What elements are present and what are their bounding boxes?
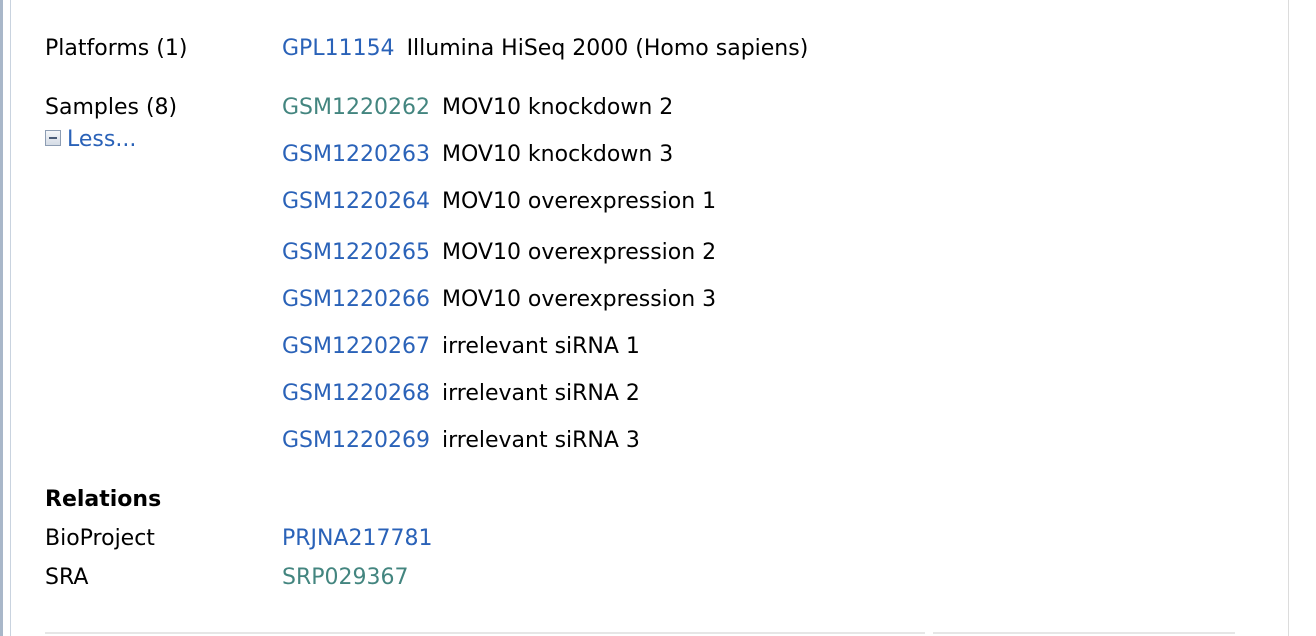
platform-entry: GPL11154 Illumina HiSeq 2000 (Homo sapien… [282, 34, 808, 64]
relation-label: SRA [45, 565, 89, 590]
sample-description: MOV10 overexpression 1 [441, 189, 717, 214]
sample-accession-link[interactable]: GSM1220263 [282, 142, 430, 167]
bottom-divider [45, 632, 925, 634]
sra-link[interactable]: SRP029367 [282, 565, 409, 590]
sample-accession-link[interactable]: GSM1220262 [282, 95, 430, 120]
sample-accession-link[interactable]: GSM1220268 [282, 381, 430, 406]
platform-accession-link[interactable]: GPL11154 [282, 36, 395, 61]
sample-description: MOV10 overexpression 2 [441, 240, 717, 265]
relation-label: BioProject [45, 526, 155, 551]
less-toggle-label: Less... [67, 127, 137, 152]
sample-description: irrelevant siRNA 2 [441, 381, 640, 406]
platform-description: Illumina HiSeq 2000 (Homo sapiens) [406, 36, 809, 61]
sample-description: irrelevant siRNA 1 [441, 334, 640, 359]
sample-accession-link[interactable]: GSM1220266 [282, 287, 430, 312]
sample-entry: GSM1220265 MOV10 overexpression 2 [282, 238, 716, 268]
bottom-divider-right [933, 632, 1235, 634]
sample-description: MOV10 overexpression 3 [441, 287, 717, 312]
sample-description: MOV10 knockdown 2 [441, 95, 674, 120]
samples-label: Samples (8) [45, 95, 178, 120]
relations-heading: Relations [45, 487, 162, 512]
sample-entry: GSM1220264 MOV10 overexpression 1 [282, 187, 716, 217]
sample-accession-link[interactable]: GSM1220265 [282, 240, 430, 265]
sample-accession-link[interactable]: GSM1220267 [282, 334, 430, 359]
sample-entry: GSM1220262 MOV10 knockdown 2 [282, 93, 673, 123]
sample-entry: GSM1220268 irrelevant siRNA 2 [282, 379, 640, 409]
sample-entry: GSM1220269 irrelevant siRNA 3 [282, 426, 640, 456]
bioproject-link[interactable]: PRJNA217781 [282, 526, 433, 551]
sample-entry: GSM1220267 irrelevant siRNA 1 [282, 332, 640, 362]
sample-description: MOV10 knockdown 3 [441, 142, 674, 167]
sample-description: irrelevant siRNA 3 [441, 428, 640, 453]
relation-entry: PRJNA217781 [282, 524, 433, 554]
right-border [1288, 0, 1289, 636]
sample-accession-link[interactable]: GSM1220269 [282, 428, 430, 453]
collapse-minus-icon [45, 130, 61, 146]
left-border-inner [10, 0, 11, 636]
platforms-label: Platforms (1) [45, 36, 188, 61]
sample-entry: GSM1220263 MOV10 knockdown 3 [282, 140, 673, 170]
sample-accession-link[interactable]: GSM1220264 [282, 189, 430, 214]
sample-entry: GSM1220266 MOV10 overexpression 3 [282, 285, 716, 315]
less-toggle-link[interactable]: Less... [45, 125, 136, 155]
relation-entry: SRP029367 [282, 563, 409, 593]
left-border [0, 0, 3, 636]
